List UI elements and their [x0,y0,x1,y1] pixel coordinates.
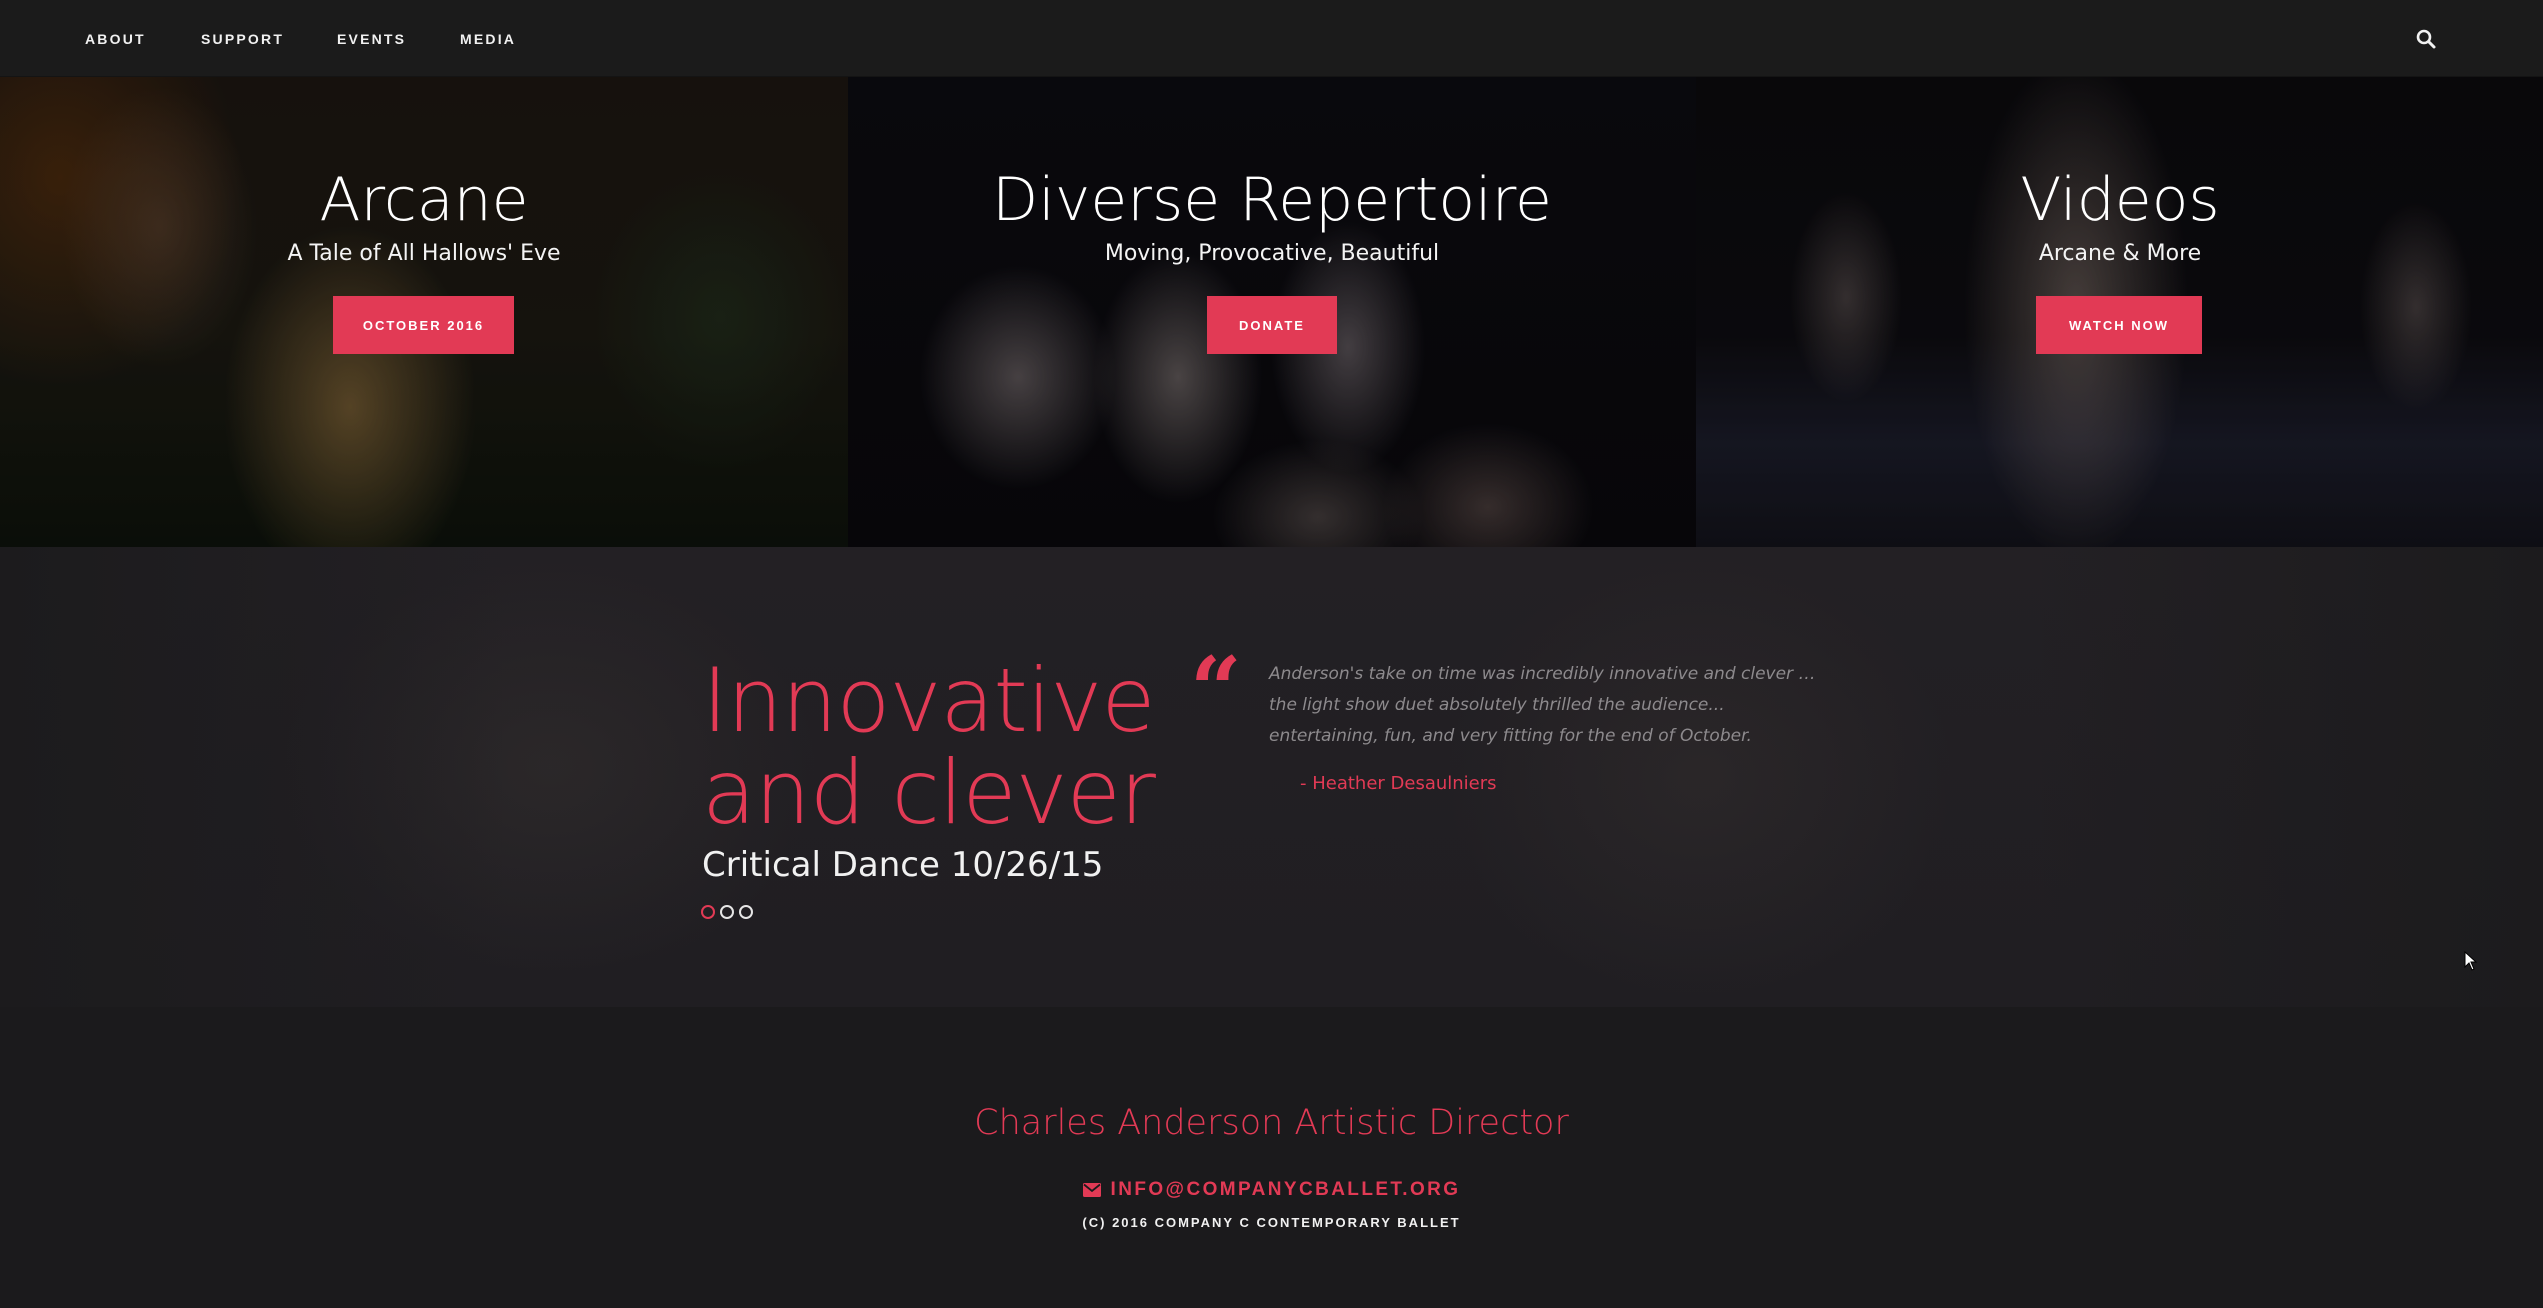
copyright-text: (C) 2016 COMPANY C CONTEMPORARY BALLET [1082,1215,1461,1230]
email-link[interactable]: INFO@COMPANYCBALLET.ORG [0,1179,2543,1201]
testimonial-section: Innovative and clever Critical Dance 10/… [0,547,2543,1007]
october-2016-button[interactable]: OCTOBER 2016 [333,296,514,354]
panel-title: Videos [2020,165,2220,235]
slider-dot-2[interactable] [720,905,734,919]
panel-subtitle: Arcane & More [2038,241,2202,266]
hero-banner: Arcane A Tale of All Hallows' Eve OCTOBE… [0,77,2543,547]
panel-subtitle: A Tale of All Hallows' Eve [287,241,561,266]
email-address[interactable]: INFO@COMPANYCBALLET.ORG [1111,1179,1461,1201]
quote-mark-icon: “ [1190,637,1242,743]
hero-panel-videos: Videos Arcane & More WATCH NOW [1696,77,2543,547]
hero-panel-arcane: Arcane A Tale of All Hallows' Eve OCTOBE… [0,77,848,547]
director-name: Charles Anderson Artistic Director [974,1103,1569,1143]
mouse-cursor-icon [2464,951,2478,971]
donate-button[interactable]: DONATE [1207,296,1337,354]
nav-item-media[interactable]: MEDIA [460,31,516,47]
slider-dot-1[interactable] [701,905,715,919]
panel-subtitle: Moving, Provocative, Beautiful [1104,241,1440,266]
top-nav: ABOUT SUPPORT EVENTS MEDIA [0,0,2543,77]
nav-item-events[interactable]: EVENTS [337,31,406,47]
testimonial-headline: Innovative and clever [702,649,1156,844]
testimonial-source: Critical Dance 10/26/15 [702,845,1104,885]
watch-now-button[interactable]: WATCH NOW [2036,296,2202,354]
panel-title: Diverse Repertoire [992,165,1552,235]
search-icon[interactable] [2415,28,2437,50]
slider-dot-3[interactable] [739,905,753,919]
hero-panel-repertoire: Diverse Repertoire Moving, Provocative, … [848,77,1696,547]
quote-text: Anderson's take on time was incredibly i… [1269,664,1816,746]
nav-item-support[interactable]: SUPPORT [201,31,284,47]
section-background [0,547,2543,1007]
panel-title: Arcane [319,165,529,235]
slider-dots [701,905,753,919]
nav-item-about[interactable]: ABOUT [85,31,146,47]
quote-author: - Heather Desaulniers [1300,773,1497,794]
footer: Charles Anderson Artistic Director INFO@… [0,1007,2543,1308]
envelope-icon [1082,1183,1101,1197]
